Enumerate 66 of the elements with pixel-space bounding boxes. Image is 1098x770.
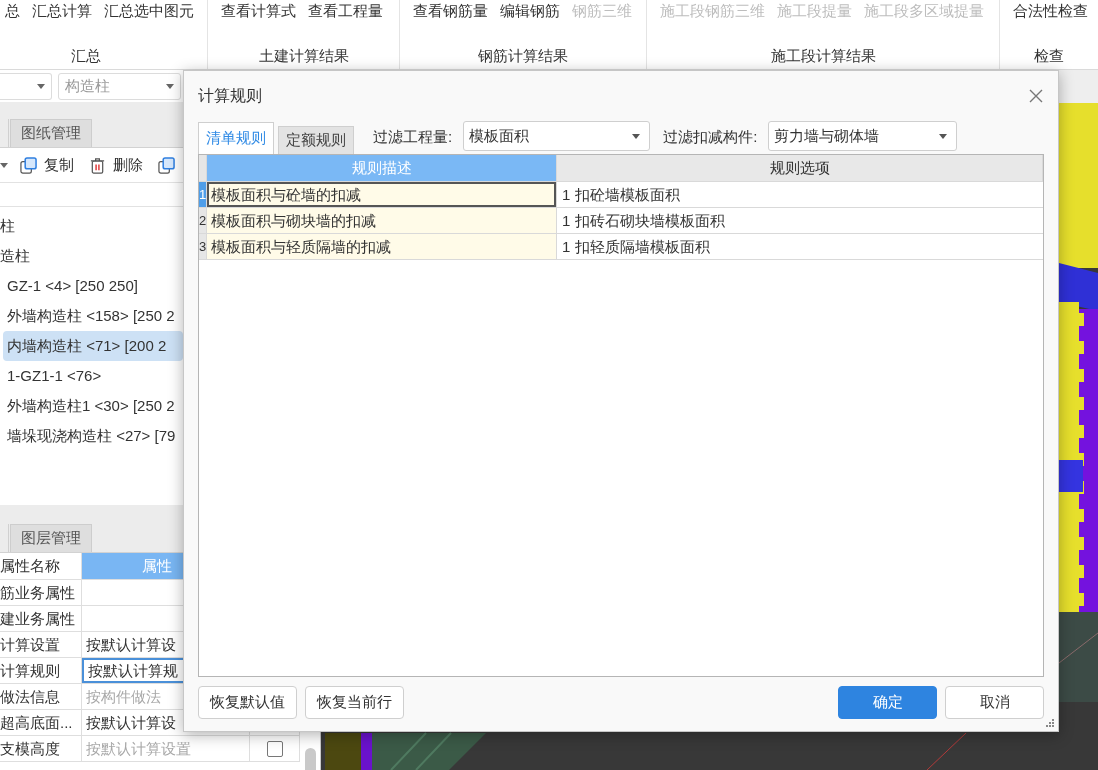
ribbon-button[interactable]: 汇总选中图元	[104, 0, 194, 22]
tab[interactable]: 图层管理	[10, 524, 92, 552]
tab[interactable]: 图纸管理	[10, 119, 92, 147]
tree-item[interactable]: 内墙构造柱 <71> [200 2	[3, 331, 183, 361]
ribbon-button[interactable]: 查看工程量	[308, 0, 383, 22]
close-icon[interactable]	[1029, 89, 1043, 103]
filter-label: 过滤扣减构件:	[663, 128, 758, 147]
tree-item[interactable]: GZ-1 <4> [250 250]	[3, 271, 183, 301]
dropdown[interactable]: 剪力墙与砌体墙	[768, 121, 958, 151]
ribbon-button[interactable]: 查看计算式	[221, 0, 296, 22]
ribbon-button[interactable]: 编辑钢筋	[500, 0, 560, 22]
tree-item[interactable]: 外墙构造柱1 <30> [250 2	[3, 391, 183, 421]
tab[interactable]: 清单规则	[198, 122, 274, 154]
tree-item[interactable]: 外墙构造柱 <158> [250 2	[3, 301, 183, 331]
ribbon-button[interactable]: 查看钢筋量	[413, 0, 488, 22]
tree-item[interactable]: 墙垛现浇构造柱 <27> [79	[3, 421, 183, 451]
toolbar-button[interactable]: 复制	[20, 155, 74, 175]
group-label: 施工段计算结果	[770, 46, 876, 66]
axis-line	[926, 732, 967, 770]
copy-icon	[20, 156, 37, 174]
table-corner	[199, 155, 207, 182]
ribbon-button[interactable]: 总	[5, 0, 20, 22]
copy-icon	[158, 156, 175, 174]
caret-icon	[37, 83, 45, 89]
table-cell: 模板面积与砌块墙的扣减	[207, 208, 557, 234]
dialog-button[interactable]: 恢复默认值	[198, 686, 297, 719]
ribbon-button[interactable]: 汇总计算	[32, 0, 92, 22]
ribbon-button[interactable]: 合法性检查	[1013, 0, 1088, 22]
menu-button[interactable]	[0, 162, 8, 168]
tab[interactable]: 定额规则	[278, 126, 354, 154]
toolbar-button[interactable]: 删除	[89, 155, 143, 175]
table-cell: 模板面积与轻质隔墙的扣减	[207, 234, 557, 260]
group-label: 钢筋计算结果	[478, 46, 568, 66]
table-cell: 1 扣砼墙模板面积	[557, 182, 1043, 208]
toolbar-button[interactable]	[158, 156, 175, 174]
property-name: 建业务属性	[0, 606, 82, 632]
property-name: 筋业务属性	[0, 580, 82, 606]
property-name: 做法信息	[0, 684, 82, 710]
trash-icon	[89, 156, 106, 174]
table-cell: 1 扣砖石砌块墙模板面积	[557, 208, 1043, 234]
table-cell: 模板面积与砼墙的扣减	[207, 182, 557, 208]
caret-icon	[632, 133, 641, 139]
caret-icon	[939, 133, 948, 139]
tree-item[interactable]: 1-GZ1-1 <76>	[3, 361, 183, 391]
tree-item[interactable]: 造柱	[0, 241, 183, 271]
dialog-button[interactable]: 恢复当前行	[305, 686, 404, 719]
dropdown[interactable]: 模板面积	[463, 121, 651, 151]
property-name: 超高底面...	[0, 710, 82, 736]
caret-icon	[0, 162, 8, 168]
dialog-button[interactable]: 取消	[945, 686, 1044, 719]
group-label: 土建计算结果	[258, 46, 349, 66]
property-value[interactable]: 按默认计算规	[82, 658, 250, 684]
dialog-button[interactable]: 确定	[838, 686, 937, 719]
group-label: 检查	[1034, 46, 1064, 66]
property-name: 支模高度	[0, 736, 82, 762]
resize-grip-icon[interactable]	[1045, 718, 1054, 727]
filter-label: 过滤工程量:	[373, 128, 453, 147]
property-name: 计算设置	[0, 632, 82, 658]
tree-item[interactable]: 柱	[0, 211, 183, 241]
scrollbar-thumb[interactable]	[305, 748, 316, 770]
property-name: 计算规则	[0, 658, 82, 684]
column-header[interactable]: 规则选项	[557, 155, 1043, 182]
caret-icon	[166, 83, 174, 89]
table-cell: 1 扣轻质隔墙模板面积	[557, 234, 1043, 260]
group-label: 汇总	[70, 46, 101, 66]
dialog-title: 计算规则	[198, 85, 262, 106]
